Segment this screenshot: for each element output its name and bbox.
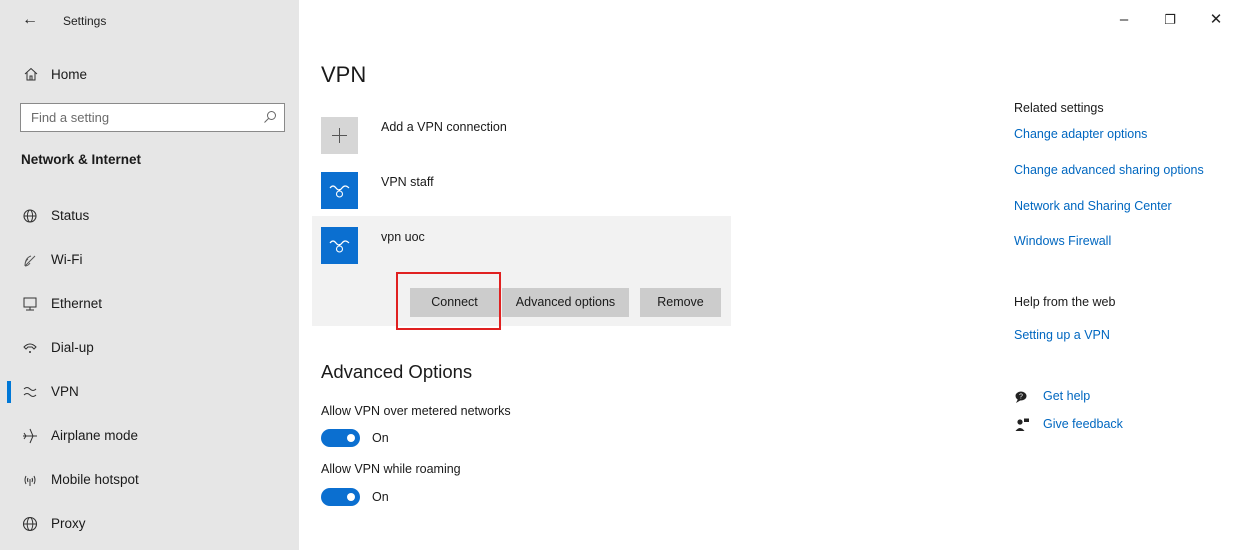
home-label: Home: [51, 67, 88, 82]
network-sharing-center-link[interactable]: Network and Sharing Center: [1014, 199, 1172, 213]
setting-up-vpn-link[interactable]: Setting up a VPN: [1014, 328, 1110, 342]
vpn-tile: [321, 227, 358, 264]
related-settings-heading: Related settings: [1014, 101, 1104, 115]
feedback-icon: [1015, 418, 1029, 431]
add-vpn-connection[interactable]: Add a VPN connection: [313, 117, 731, 157]
windows-firewall-link[interactable]: Windows Firewall: [1014, 234, 1111, 248]
hotspot-icon: [24, 475, 36, 486]
search-box: [20, 103, 285, 132]
metered-state: On: [372, 431, 389, 445]
roaming-toggle[interactable]: [321, 488, 360, 506]
sidebar-item-label: Airplane mode: [51, 428, 139, 443]
toggle-knob: [347, 493, 355, 501]
maximize-icon[interactable]: ❐: [1158, 8, 1182, 32]
remove-button[interactable]: Remove: [640, 288, 721, 317]
toggle-knob: [347, 434, 355, 442]
app-title: Settings: [63, 14, 107, 28]
airplane-icon: [23, 428, 37, 444]
dialup-icon: [23, 343, 37, 353]
sidebar-nav: Status Wi-Fi Ethernet Dial-up VPN Airpla…: [0, 197, 299, 549]
advanced-options-button[interactable]: Advanced options: [502, 288, 629, 317]
sidebar-item-ethernet[interactable]: Ethernet: [0, 285, 299, 329]
page-title: VPN: [321, 62, 367, 87]
sidebar-item-label: Status: [51, 208, 90, 223]
back-arrow-icon[interactable]: ←: [18, 9, 42, 31]
vpn-connection-staff[interactable]: VPN staff: [313, 172, 731, 212]
search-input[interactable]: [21, 104, 251, 131]
add-vpn-label: Add a VPN connection: [381, 120, 507, 134]
sidebar-item-label: VPN: [51, 384, 79, 399]
sidebar-item-label: Dial-up: [51, 340, 94, 355]
section-title: Network & Internet: [21, 152, 142, 167]
sidebar-item-label: Proxy: [51, 516, 86, 531]
get-help-row[interactable]: ? Get help: [1014, 388, 1214, 408]
ethernet-icon: [23, 297, 37, 311]
main-content: – ❐ ✕ VPN Add a VPN connection VPN staff…: [299, 0, 1240, 550]
sidebar-item-airplane[interactable]: Airplane mode: [0, 417, 299, 461]
vpn-tile: [321, 172, 358, 209]
vpn-connection-uoc[interactable]: vpn uoc Connect Advanced options Remove: [312, 216, 731, 330]
sidebar-item-mobile-hotspot[interactable]: Mobile hotspot: [0, 461, 299, 505]
sidebar-item-label: Ethernet: [51, 296, 103, 311]
change-advanced-sharing-link[interactable]: Change advanced sharing options: [1014, 163, 1204, 177]
vpn-connection-name: VPN staff: [381, 175, 434, 189]
give-feedback-link[interactable]: Give feedback: [1043, 417, 1123, 431]
vpn-icon: [23, 387, 37, 397]
help-web-heading: Help from the web: [1014, 295, 1116, 309]
sidebar-item-label: Wi-Fi: [51, 252, 83, 267]
close-icon[interactable]: ✕: [1204, 8, 1228, 32]
search-icon[interactable]: [263, 110, 277, 124]
settings-window: ← Settings Home Network & Internet: [0, 0, 1240, 550]
sidebar-item-label: Mobile hotspot: [51, 472, 139, 487]
sidebar-item-vpn[interactable]: VPN: [0, 373, 299, 417]
globe-icon: [22, 516, 38, 532]
sidebar-item-home[interactable]: Home: [0, 62, 299, 90]
roaming-label: Allow VPN while roaming: [321, 462, 461, 476]
plus-icon: [332, 128, 347, 143]
vpn-icon: [329, 240, 350, 253]
svg-text:?: ?: [1019, 394, 1023, 401]
give-feedback-row[interactable]: Give feedback: [1014, 416, 1214, 436]
sidebar-item-proxy[interactable]: Proxy: [0, 505, 299, 549]
get-help-icon: ?: [1015, 391, 1027, 403]
sidebar-item-dialup[interactable]: Dial-up: [0, 329, 299, 373]
change-adapter-options-link[interactable]: Change adapter options: [1014, 127, 1147, 141]
sidebar-item-wifi[interactable]: Wi-Fi: [0, 241, 299, 285]
metered-label: Allow VPN over metered networks: [321, 404, 511, 418]
title-bar: ← Settings: [0, 0, 299, 36]
wifi-icon: [24, 255, 36, 267]
get-help-link[interactable]: Get help: [1043, 389, 1090, 403]
vpn-icon: [329, 185, 350, 198]
globe-status-icon: [23, 209, 37, 223]
window-controls: – ❐ ✕: [1100, 0, 1240, 36]
metered-toggle[interactable]: [321, 429, 360, 447]
home-icon: [24, 67, 38, 81]
sidebar: ← Settings Home Network & Internet: [0, 0, 299, 550]
roaming-state: On: [372, 490, 389, 504]
sidebar-item-status[interactable]: Status: [0, 197, 299, 241]
vpn-connection-name: vpn uoc: [381, 230, 425, 244]
advanced-options-heading: Advanced Options: [321, 361, 473, 382]
minimize-icon[interactable]: –: [1112, 8, 1136, 32]
add-tile: [321, 117, 358, 154]
connect-button[interactable]: Connect: [410, 288, 499, 317]
